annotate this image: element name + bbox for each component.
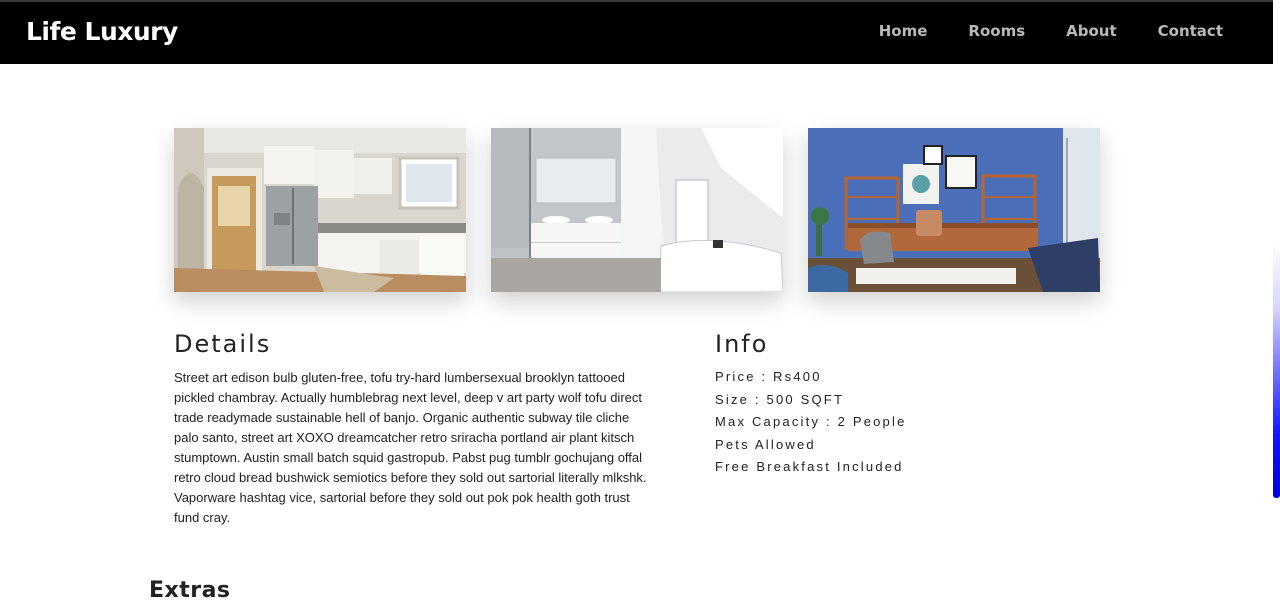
info-section: Info Price : Rs400 Size : 500 SQFT Max C… [715, 330, 1115, 479]
nav-contact-link[interactable]: Contact [1158, 22, 1223, 40]
kitchen-photo [174, 128, 466, 292]
extras-heading: Extras [149, 578, 231, 600]
info-list: Price : Rs400 Size : 500 SQFT Max Capaci… [715, 366, 1115, 479]
nav-home-link[interactable]: Home [879, 22, 928, 40]
study-room-image [808, 128, 1100, 292]
bathroom-photo [491, 128, 783, 292]
scrollbar[interactable] [1273, 0, 1280, 600]
study-room-photo [808, 128, 1100, 292]
nav-menu: Home Rooms About Contact [838, 22, 1223, 40]
bathroom-image [491, 128, 783, 292]
info-size: Size : 500 SQFT [715, 391, 845, 407]
navbar: Life Luxury Home Rooms About Contact [0, 0, 1273, 64]
info-price: Price : Rs400 [715, 369, 822, 384]
info-heading: Info [715, 330, 769, 358]
nav-rooms-link[interactable]: Rooms [968, 22, 1025, 40]
info-pets: Pets Allowed [715, 436, 816, 452]
kitchen-image [174, 128, 466, 292]
info-breakfast: Free Breakfast Included [715, 459, 904, 474]
room-gallery [174, 128, 1100, 292]
info-capacity: Max Capacity : 2 People [715, 414, 907, 429]
details-heading: Details [174, 330, 272, 358]
details-section: Details Street art edison bulb gluten-fr… [174, 330, 654, 528]
details-paragraph: Street art edison bulb gluten-free, tofu… [174, 370, 647, 525]
nav-about-link[interactable]: About [1066, 22, 1117, 40]
brand-logo[interactable]: Life Luxury [26, 17, 178, 46]
scrollbar-thumb[interactable] [1273, 243, 1280, 498]
